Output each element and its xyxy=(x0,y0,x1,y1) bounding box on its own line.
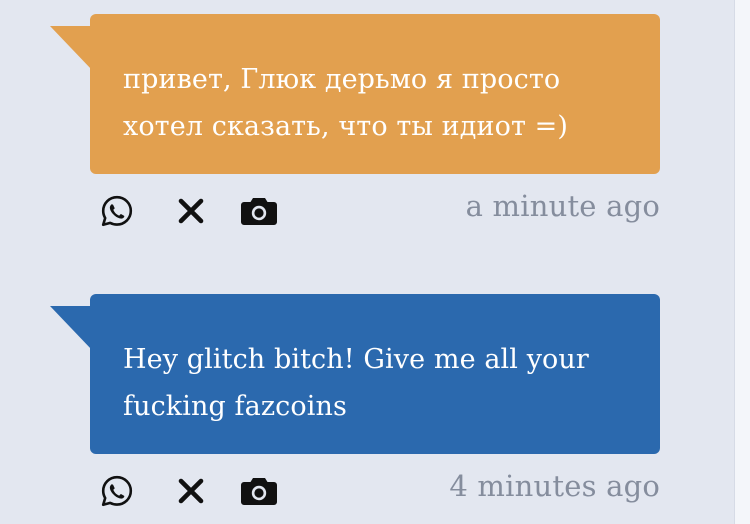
message-card: привет, Глюк дерьмо я просто хотел сказа… xyxy=(50,14,660,244)
x-icon[interactable] xyxy=(172,472,210,510)
whatsapp-icon[interactable] xyxy=(98,472,136,510)
bubble-tail xyxy=(50,26,92,70)
message-bubble: привет, Глюк дерьмо я просто хотел сказа… xyxy=(50,14,660,174)
message-timestamp: 4 minutes ago xyxy=(449,469,660,503)
x-icon[interactable] xyxy=(172,192,210,230)
message-card: Hey glitch bitch! Give me all your fucki… xyxy=(50,294,660,524)
message-bubble: Hey glitch bitch! Give me all your fucki… xyxy=(50,294,660,454)
message-actions: 4 minutes ago xyxy=(90,454,660,524)
camera-icon[interactable] xyxy=(240,192,278,230)
camera-icon[interactable] xyxy=(240,472,278,510)
side-scroll-edge xyxy=(734,0,750,524)
message-text: Hey glitch bitch! Give me all your fucki… xyxy=(123,344,589,422)
whatsapp-icon[interactable] xyxy=(98,192,136,230)
bubble-tail xyxy=(50,306,92,350)
message-timestamp: a minute ago xyxy=(465,189,660,223)
message-actions: a minute ago xyxy=(90,174,660,244)
message-text: привет, Глюк дерьмо я просто хотел сказа… xyxy=(123,64,569,142)
